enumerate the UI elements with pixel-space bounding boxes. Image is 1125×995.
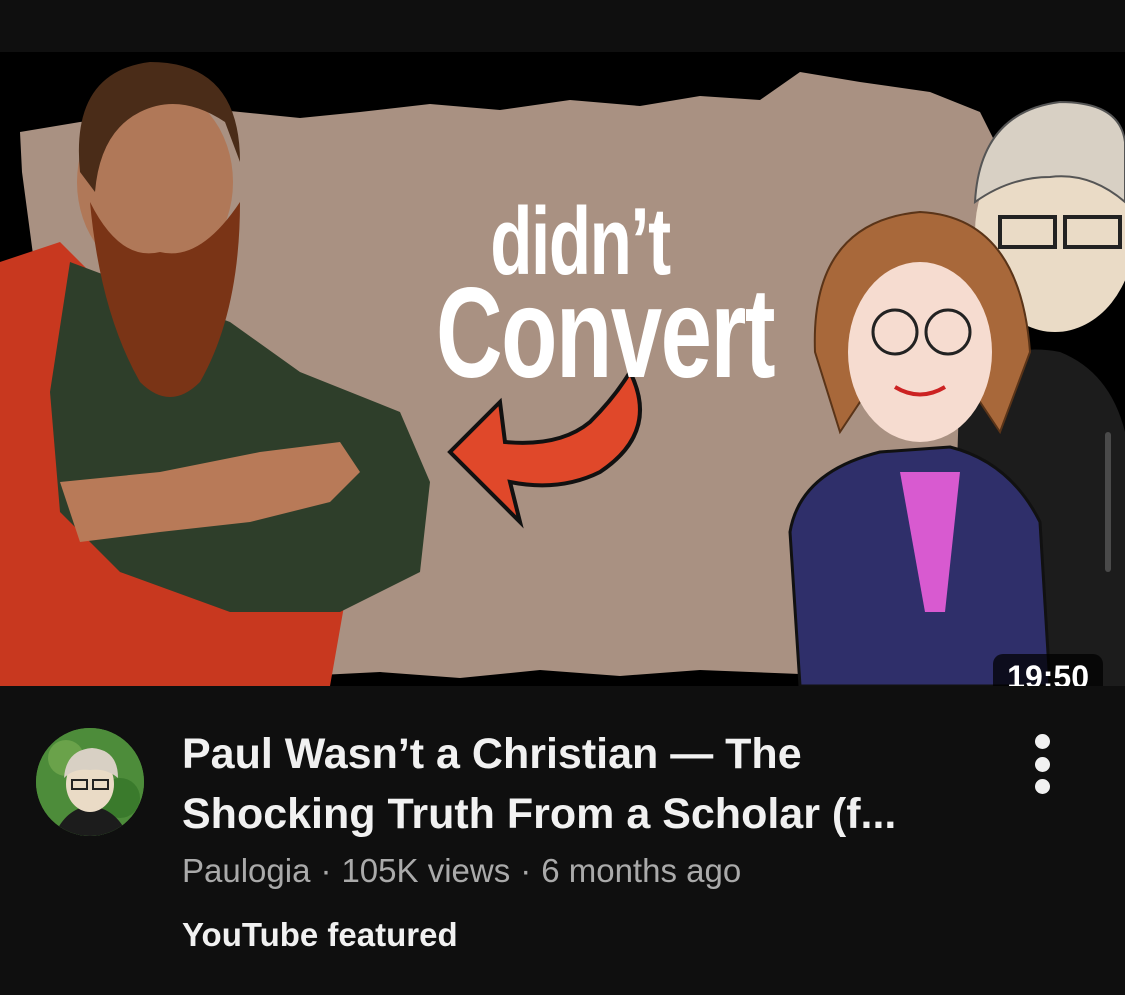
more-dot: [1034, 779, 1050, 794]
more-dot: [1034, 756, 1050, 772]
more-dot: [1034, 734, 1050, 749]
meta-separator: ·: [320, 852, 332, 889]
channel-avatar[interactable]: [36, 728, 144, 836]
scrollbar-indicator: [1105, 432, 1111, 572]
featured-badge: YouTube featured: [182, 916, 458, 953]
cartoon-woman-face: [848, 262, 992, 442]
video-title[interactable]: Paul Wasn’t a Christian — The Shocking T…: [182, 724, 992, 844]
channel-name[interactable]: Paulogia: [182, 852, 310, 889]
thumbnail-caption-line2: Convert: [436, 262, 776, 405]
status-bar-area: [0, 0, 1125, 52]
upload-age: 6 months ago: [541, 852, 742, 889]
more-vertical-icon[interactable]: [1020, 734, 1064, 794]
view-count: 105K views: [341, 852, 511, 889]
duration-badge: 19:50: [993, 654, 1103, 686]
avatar-image: [36, 728, 144, 836]
meta-separator: ·: [520, 852, 532, 889]
video-thumbnail[interactable]: didn’t Convert 19:50: [0, 52, 1125, 686]
video-info: Paul Wasn’t a Christian — The Shocking T…: [0, 686, 1125, 995]
video-meta: Paulogia · 105K views · 6 months ago: [182, 852, 741, 890]
